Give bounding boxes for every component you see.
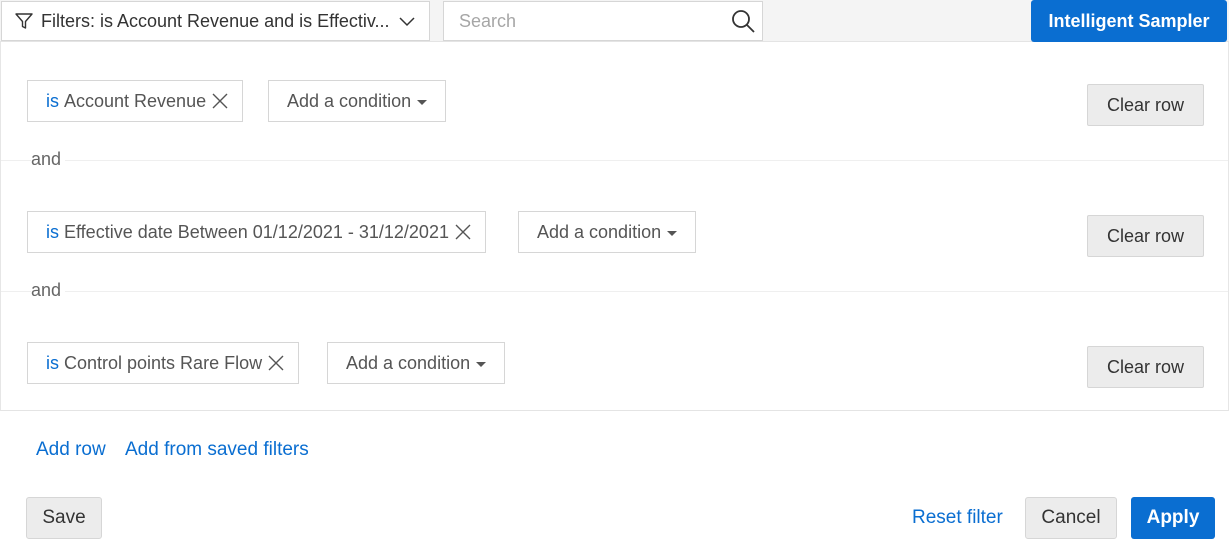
filter-rows-panel: is Account Revenue Add a condition Clear…	[0, 42, 1229, 411]
caret-down-icon	[417, 99, 428, 105]
condition-label: Control points Rare Flow	[64, 352, 263, 373]
operator-label: is	[46, 352, 59, 373]
condition-tag[interactable]: is Control points Rare Flow	[27, 342, 300, 384]
condition-tag[interactable]: is Account Revenue	[27, 80, 244, 122]
clear-row-button[interactable]: Clear row	[1087, 84, 1204, 126]
close-icon[interactable]	[211, 92, 229, 110]
add-row-link[interactable]: Add row	[36, 439, 106, 461]
operator-label: is	[46, 221, 59, 242]
close-icon[interactable]	[267, 354, 285, 372]
apply-button[interactable]: Apply	[1131, 497, 1215, 539]
save-button[interactable]: Save	[26, 497, 102, 539]
caret-down-icon	[476, 361, 487, 367]
divider	[1, 160, 1228, 161]
search-input[interactable]	[444, 2, 730, 40]
filter-row: is Control points Rare Flow Add a condit…	[1, 332, 1228, 402]
cancel-button[interactable]: Cancel	[1025, 497, 1117, 539]
funnel-icon	[14, 11, 34, 31]
caret-down-icon	[667, 230, 678, 236]
and-connector: and	[31, 280, 66, 301]
clear-row-button[interactable]: Clear row	[1087, 346, 1204, 388]
condition-label: Effective date Between 01/12/2021 - 31/1…	[64, 221, 449, 242]
filter-row: is Account Revenue Add a condition Clear…	[1, 70, 1228, 140]
filter-summary-text: Filters: is Account Revenue and is Effec…	[41, 10, 389, 31]
divider	[1, 291, 1228, 292]
add-condition-label: Add a condition	[287, 90, 412, 111]
filter-row: is Effective date Between 01/12/2021 - 3…	[1, 201, 1228, 271]
filter-summary-dropdown[interactable]: Filters: is Account Revenue and is Effec…	[1, 1, 430, 41]
intelligent-sampler-button[interactable]: Intelligent Sampler	[1031, 0, 1227, 42]
chevron-down-icon	[397, 11, 417, 31]
close-icon[interactable]	[454, 223, 472, 241]
search-icon[interactable]	[730, 8, 756, 34]
condition-tag[interactable]: is Effective date Between 01/12/2021 - 3…	[27, 211, 486, 253]
reset-filter-link[interactable]: Reset filter	[912, 507, 1003, 529]
add-condition-dropdown[interactable]: Add a condition	[327, 342, 506, 384]
operator-label: is	[46, 90, 59, 111]
add-condition-label: Add a condition	[537, 221, 662, 242]
toolbar: Filters: is Account Revenue and is Effec…	[0, 0, 1229, 42]
and-connector: and	[31, 149, 66, 170]
add-from-saved-filters-link[interactable]: Add from saved filters	[125, 439, 309, 461]
add-condition-dropdown[interactable]: Add a condition	[268, 80, 447, 122]
search-box	[443, 1, 763, 41]
add-condition-dropdown[interactable]: Add a condition	[518, 211, 697, 253]
clear-row-button[interactable]: Clear row	[1087, 215, 1204, 257]
add-condition-label: Add a condition	[346, 352, 471, 373]
condition-label: Account Revenue	[64, 90, 207, 111]
